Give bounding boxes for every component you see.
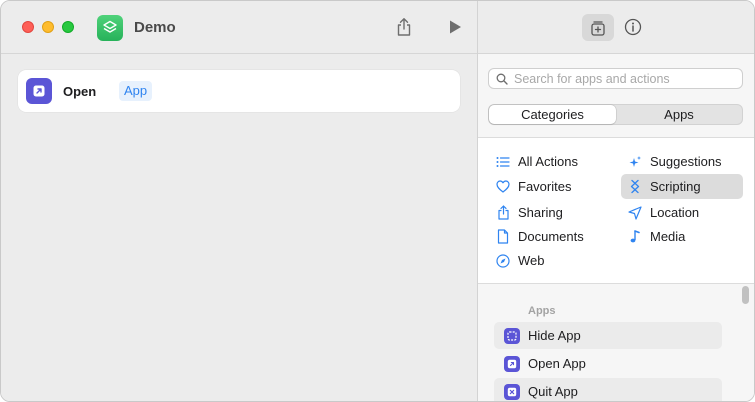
segment-apps[interactable]: Apps	[616, 105, 742, 124]
category-label: All Actions	[518, 154, 578, 169]
search-field[interactable]	[488, 68, 743, 89]
category-label: Scripting	[650, 179, 701, 194]
search-input[interactable]	[514, 71, 734, 86]
zoom-window-button[interactable]	[62, 21, 74, 33]
editor-canvas[interactable]: Open App	[1, 55, 477, 401]
action-list[interactable]: Apps Hide App Open App Quit App	[478, 284, 754, 401]
library-add-icon	[591, 20, 605, 36]
music-note-icon	[627, 229, 643, 245]
shortcuts-window: Demo Open App Search for apps and action…	[0, 0, 755, 402]
action-item-hide-app[interactable]: Hide App	[494, 322, 722, 349]
shortcut-title[interactable]: Demo	[134, 19, 176, 36]
category-documents[interactable]: Documents	[495, 224, 613, 249]
category-web[interactable]: Web	[495, 248, 613, 273]
details-button[interactable]	[623, 17, 643, 37]
category-label: Media	[650, 229, 686, 244]
category-sharing[interactable]: Sharing	[495, 200, 613, 225]
segment-categories[interactable]: Categories	[489, 105, 616, 124]
scripting-icon	[627, 179, 643, 195]
library-toolbar	[478, 1, 754, 54]
category-scripting[interactable]: Scripting	[621, 174, 743, 199]
section-title: Apps	[528, 305, 556, 317]
action-item-quit-app[interactable]: Quit App	[494, 378, 722, 401]
action-verb: Open	[63, 84, 97, 99]
category-favorites[interactable]: Favorites	[495, 174, 613, 199]
run-button[interactable]	[444, 16, 466, 38]
action-item-open-app[interactable]: Open App	[494, 350, 722, 377]
open-app-action-card[interactable]: Open App	[18, 70, 460, 112]
category-label: Documents	[518, 229, 584, 244]
editor-toolbar: Demo	[1, 1, 477, 54]
open-app-icon	[26, 78, 52, 104]
category-media[interactable]: Media	[621, 224, 743, 249]
document-icon	[495, 229, 511, 245]
category-label: Favorites	[518, 179, 572, 194]
open-app-icon	[504, 355, 520, 372]
category-list: All Actions Favorites Sharing Documents …	[478, 138, 754, 283]
shortcut-icon[interactable]	[97, 15, 123, 41]
minimize-window-button[interactable]	[42, 21, 54, 33]
category-label: Sharing	[518, 205, 563, 220]
location-arrow-icon	[627, 205, 643, 221]
action-item-label: Quit App	[528, 384, 578, 399]
heart-icon	[495, 179, 511, 195]
category-location[interactable]: Location	[621, 200, 743, 225]
category-label: Suggestions	[650, 154, 722, 169]
close-window-button[interactable]	[22, 21, 34, 33]
editor-pane: Demo Open App	[1, 1, 477, 401]
share-button[interactable]	[393, 16, 415, 38]
hide-app-icon	[504, 327, 520, 344]
category-label: Location	[650, 205, 700, 220]
quit-app-icon	[504, 383, 520, 400]
sparkles-icon	[627, 154, 643, 170]
library-pane: Categories Apps All Actions	[477, 1, 754, 401]
category-label: Web	[518, 253, 545, 268]
category-suggestions[interactable]: Suggestions	[621, 149, 743, 174]
share-icon	[397, 18, 411, 36]
list-icon	[495, 154, 511, 170]
search-icon	[496, 73, 508, 85]
play-icon	[450, 20, 461, 34]
app-parameter-token[interactable]: App	[119, 81, 153, 101]
action-item-label: Hide App	[528, 328, 581, 343]
action-list-scrollbar[interactable]	[742, 286, 749, 304]
compass-icon	[495, 253, 511, 269]
info-icon	[624, 18, 642, 36]
library-segmented-control: Categories Apps	[488, 104, 743, 125]
category-all-actions[interactable]: All Actions	[495, 149, 613, 174]
action-item-label: Open App	[528, 356, 586, 371]
action-library-button[interactable]	[582, 14, 614, 41]
share-icon	[495, 205, 511, 221]
